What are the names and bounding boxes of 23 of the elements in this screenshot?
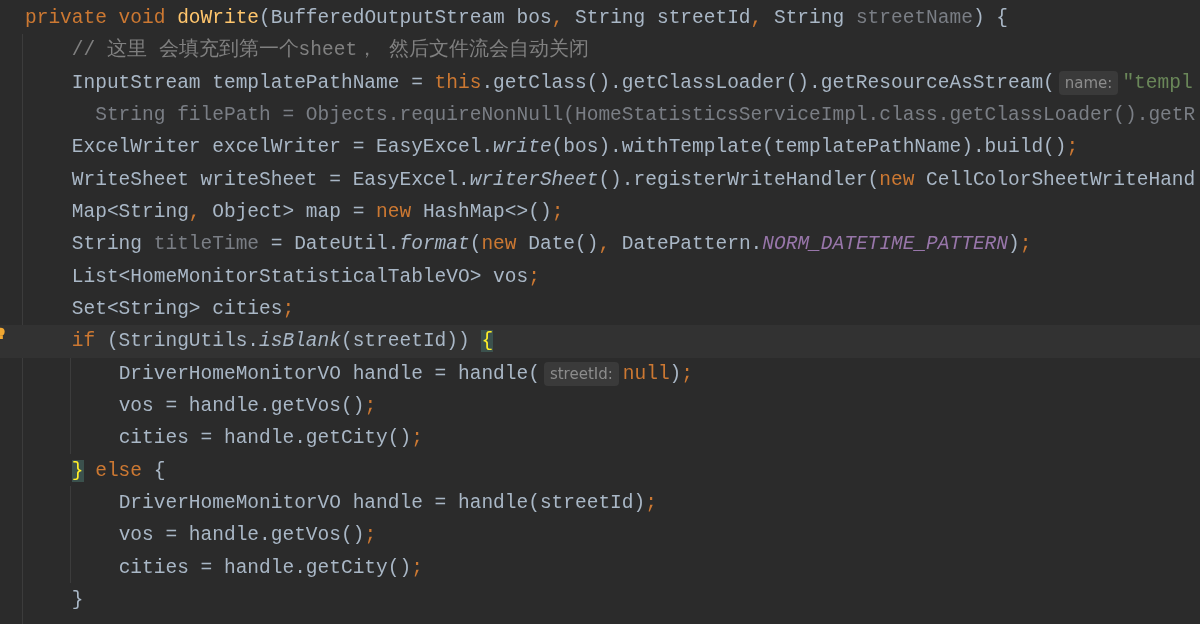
code-text: DriverHomeMonitorVO handle = handle(streetId); (118, 491, 657, 517)
code-text: String filePath = Objects.requireNonNull(HomeStatisticsServiceImpl.class.getClassLoader().getR (95, 103, 1196, 129)
code-text: cities = handle.getCity(); (118, 555, 423, 581)
code-text: null); (622, 361, 693, 387)
code-text: DriverHomeMonitorVO handle = handle( (118, 361, 540, 387)
inlay-hint: streetId: (543, 361, 619, 386)
code-text: } else { (71, 458, 166, 484)
code-text: "templ (1122, 70, 1193, 96)
code-text: String titleTime = DateUtil.format(new Date(), DatePattern.NORM_DATETIME_PATTERN); (71, 232, 1032, 258)
code-text: InputStream templatePathName = this.getClass().getClassLoader().getResourceAsStream( (71, 70, 1055, 96)
code-text: if (StringUtils.isBlank(streetId)) { (71, 329, 494, 355)
code-text: WriteSheet writeSheet = EasyExcel.writerSheet().registerWriteHandler(new CellColorSheetWriteHand (71, 167, 1196, 193)
inlay-hint: name: (1058, 70, 1119, 95)
code-text: List<HomeMonitorStatisticalTableVO> vos; (71, 264, 540, 290)
code-text: } (71, 588, 84, 614)
code-text: Map<String, Object> map = new HashMap<>(); (71, 200, 564, 226)
code-text: private void doWrite(BufferedOutputStream bos, String streetId, String streetName) { (25, 6, 1009, 32)
code-text: vos = handle.getVos(); (118, 394, 377, 420)
code-text: cities = handle.getCity(); (118, 426, 423, 452)
code-text: // 这里 会填充到第一个sheet， 然后文件流会自动关闭 (71, 37, 589, 64)
code-text: ExcelWriter excelWriter = EasyExcel.write(bos).withTemplate(templatePathName).build(); (71, 135, 1079, 161)
code-text: Set<String> cities; (71, 297, 295, 323)
code-text: vos = handle.getVos(); (118, 523, 377, 549)
